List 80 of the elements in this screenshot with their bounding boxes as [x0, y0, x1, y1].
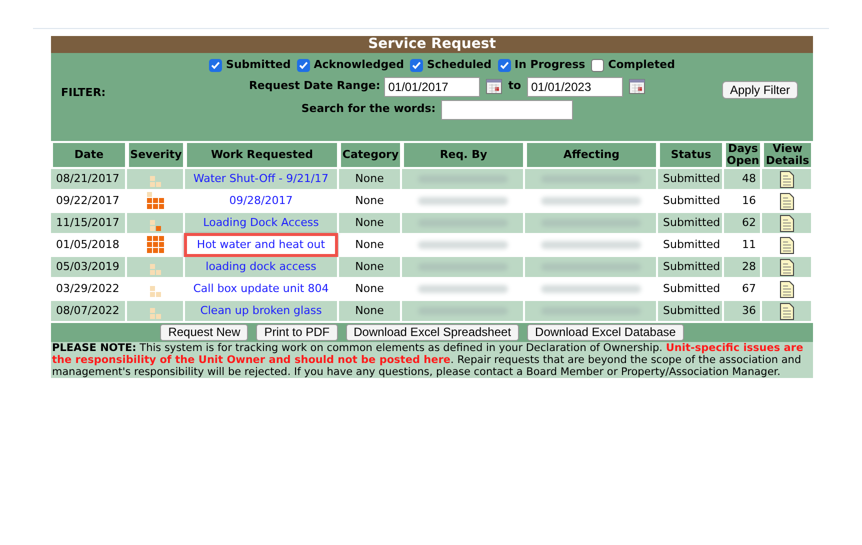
column-header: Status: [658, 141, 724, 169]
days-open-text: 67: [742, 280, 756, 297]
status-text: Submitted: [663, 280, 720, 297]
checkbox[interactable]: [498, 58, 511, 72]
checkbox-label: Completed: [608, 57, 675, 73]
document-icon[interactable]: [780, 258, 794, 276]
column-header: Date: [51, 141, 127, 169]
action-button[interactable]: Print to PDF: [256, 324, 338, 341]
search-field[interactable]: [440, 100, 573, 120]
action-button[interactable]: Request New: [160, 324, 248, 341]
column-header: View Details: [762, 141, 813, 169]
severity-icon: [150, 308, 160, 319]
days-open-text: 48: [742, 170, 756, 187]
search-label: Search for the words:: [301, 101, 436, 118]
severity-icon: [150, 286, 160, 297]
days-open-text: 62: [742, 214, 756, 231]
checkbox-label: Submitted: [226, 57, 291, 73]
days-open-text: 36: [742, 302, 756, 319]
document-icon[interactable]: [780, 302, 794, 320]
work-request-link[interactable]: 09/28/2017: [229, 192, 293, 210]
date-text: 03/29/2022: [56, 280, 120, 297]
action-button[interactable]: Download Excel Database: [527, 324, 684, 341]
to-label: to: [508, 78, 522, 94]
date-text: 08/21/2017: [56, 170, 120, 187]
checkbox-label: Scheduled: [426, 57, 492, 73]
note-text: PLEASE NOTE: This system is for tracking work on common elements as defined in your Declaration of Ownership. Unit-specific issues are the responsibility of the Unit Owner and should not be posted here. Repair requests that are beyond the scope of the association and management's responsibility will be rejected. If you have any questions, please contact a Board Member or Property/Association Manager.: [51, 342, 813, 378]
document-icon[interactable]: [780, 214, 794, 232]
date-range-label: Request Date Range:: [248, 78, 380, 94]
category-text: None: [355, 280, 384, 297]
status-text: Submitted: [663, 236, 720, 253]
status-text: Submitted: [663, 302, 720, 319]
days-open-text: 16: [742, 192, 756, 209]
document-icon[interactable]: [780, 236, 794, 254]
date-text: 11/15/2017: [56, 214, 120, 231]
checkbox[interactable]: [296, 58, 310, 72]
action-button[interactable]: Download Excel Spreadsheet: [346, 324, 520, 341]
document-icon[interactable]: [780, 170, 794, 188]
title-bar: Service Request: [51, 36, 813, 53]
checkbox[interactable]: [591, 58, 604, 72]
date-field[interactable]: 01/01/2017: [384, 76, 480, 96]
category-text: None: [355, 192, 384, 209]
checkbox-label: In Progress: [514, 57, 586, 73]
date-field[interactable]: 01/01/2023: [527, 76, 624, 96]
filter-label: FILTER:: [61, 85, 106, 101]
column-header: Days Open: [724, 141, 762, 169]
date-text: 05/03/2019: [56, 258, 120, 275]
calendar-icon[interactable]: [629, 79, 646, 94]
category-text: None: [355, 302, 384, 319]
column-header: Work Requested: [185, 141, 339, 169]
work-request-link[interactable]: Call box update unit 804: [193, 280, 329, 298]
status-text: Submitted: [663, 258, 720, 275]
column-header: Req. By: [402, 141, 525, 169]
work-request-link[interactable]: Hot water and heat out: [184, 232, 338, 258]
checkbox[interactable]: [209, 58, 222, 72]
category-text: None: [355, 214, 384, 231]
severity-icon: [150, 264, 160, 275]
category-text: None: [355, 236, 384, 253]
date-text: 08/07/2022: [56, 302, 120, 319]
severity-icon: [150, 220, 160, 231]
days-open-text: 28: [742, 258, 756, 275]
apply-filter-button[interactable]: Apply Filter: [722, 81, 798, 99]
severity-icon: [150, 176, 160, 187]
days-open-text: 11: [742, 236, 756, 253]
document-icon[interactable]: [780, 192, 794, 210]
calendar-icon[interactable]: [486, 79, 502, 94]
date-text: 01/05/2018: [56, 236, 120, 253]
checkbox[interactable]: [410, 58, 423, 72]
severity-icon: [146, 236, 164, 253]
category-text: None: [355, 170, 384, 187]
category-text: None: [355, 258, 384, 275]
document-icon[interactable]: [780, 280, 794, 298]
status-text: Submitted: [663, 192, 720, 209]
status-text: Submitted: [663, 170, 720, 187]
status-text: Submitted: [663, 214, 720, 231]
column-header: Severity: [127, 141, 185, 169]
column-header: Affecting: [525, 141, 658, 169]
date-text: 09/22/2017: [56, 192, 120, 209]
column-header: Category: [339, 141, 402, 169]
severity-icon: [146, 192, 164, 209]
checkbox-label: Acknowledged: [314, 57, 404, 73]
